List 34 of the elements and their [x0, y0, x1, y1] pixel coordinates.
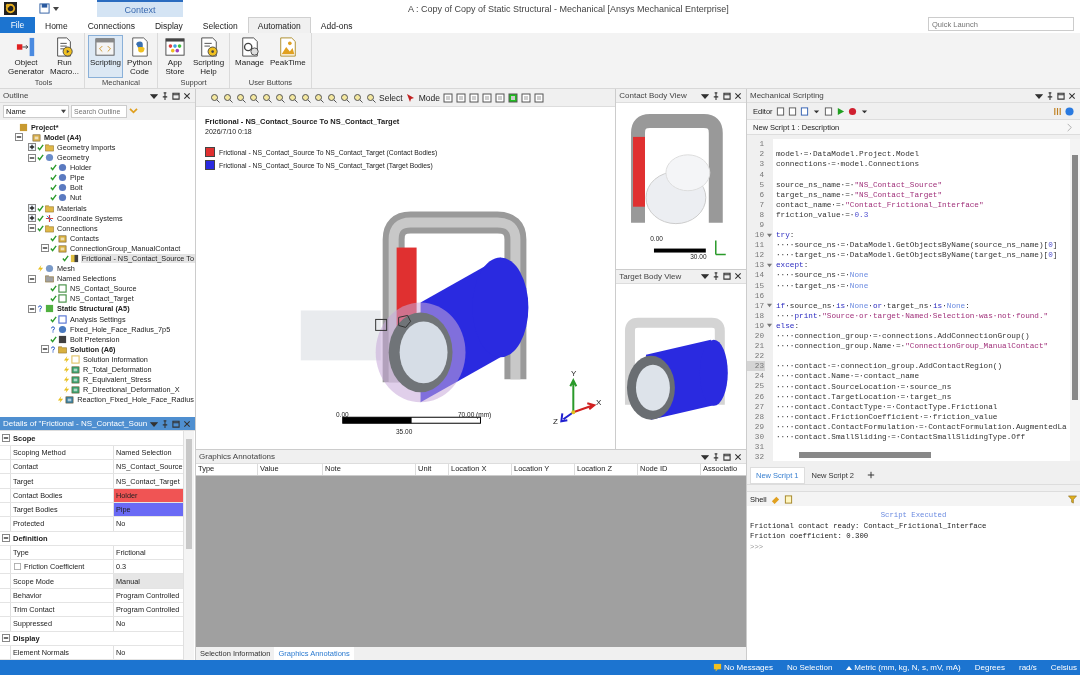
- panel-title: Mechanical Scripting: [749, 91, 824, 101]
- panel-title: Graphics Annotations: [198, 452, 276, 462]
- ribbon-button[interactable]: Scripting: [87, 35, 124, 79]
- axis-label: Z: [553, 417, 558, 427]
- status-item: rad/s: [1018, 663, 1037, 673]
- ribbon-button[interactable]: Scripting Help: [190, 35, 227, 79]
- status-item: Metric (mm, kg, N, s, mV, mA): [854, 663, 961, 673]
- ribbon-tab[interactable]: Selection: [192, 17, 248, 33]
- ribbon-button[interactable]: Python Code: [125, 35, 154, 79]
- status-item: No Messages: [724, 663, 773, 673]
- panel-title: Outline: [2, 91, 29, 101]
- ribbon-tab[interactable]: Automation: [247, 17, 311, 33]
- select-button[interactable]: Select: [379, 92, 403, 103]
- mode-button[interactable]: Mode: [418, 92, 440, 103]
- panel-title: Details of "Frictional - NS_Contact_Soun: [2, 419, 148, 429]
- status-item: No Selection: [787, 663, 833, 673]
- ribbon-tab[interactable]: Display: [144, 17, 193, 33]
- ribbon-tab[interactable]: Connections: [77, 17, 145, 33]
- axis-label: Y: [571, 369, 577, 379]
- ribbon-button[interactable]: PeakTime: [268, 35, 308, 79]
- ribbon-button[interactable]: App Store: [160, 35, 189, 79]
- file-menu[interactable]: File: [0, 17, 35, 33]
- ribbon-button[interactable]: Object Generator: [6, 35, 47, 79]
- status-item: Degrees: [974, 663, 1005, 673]
- context-tab[interactable]: Context: [97, 0, 183, 17]
- ribbon-tab[interactable]: Home: [35, 17, 78, 33]
- ribbon-button[interactable]: Run Macro...: [48, 35, 81, 79]
- panel-title: Contact Body View: [618, 91, 687, 101]
- status-item: Celsius: [1050, 663, 1077, 673]
- ribbon-tab[interactable]: Add-ons: [310, 17, 363, 33]
- ribbon-button[interactable]: Manage: [233, 35, 266, 79]
- axis-label: X: [596, 398, 602, 408]
- panel-title: Target Body View: [618, 271, 682, 281]
- window-title: A : Copy of Copy of Static Structural - Mechanical [Ansys Mechanical Enterprise]: [408, 3, 729, 14]
